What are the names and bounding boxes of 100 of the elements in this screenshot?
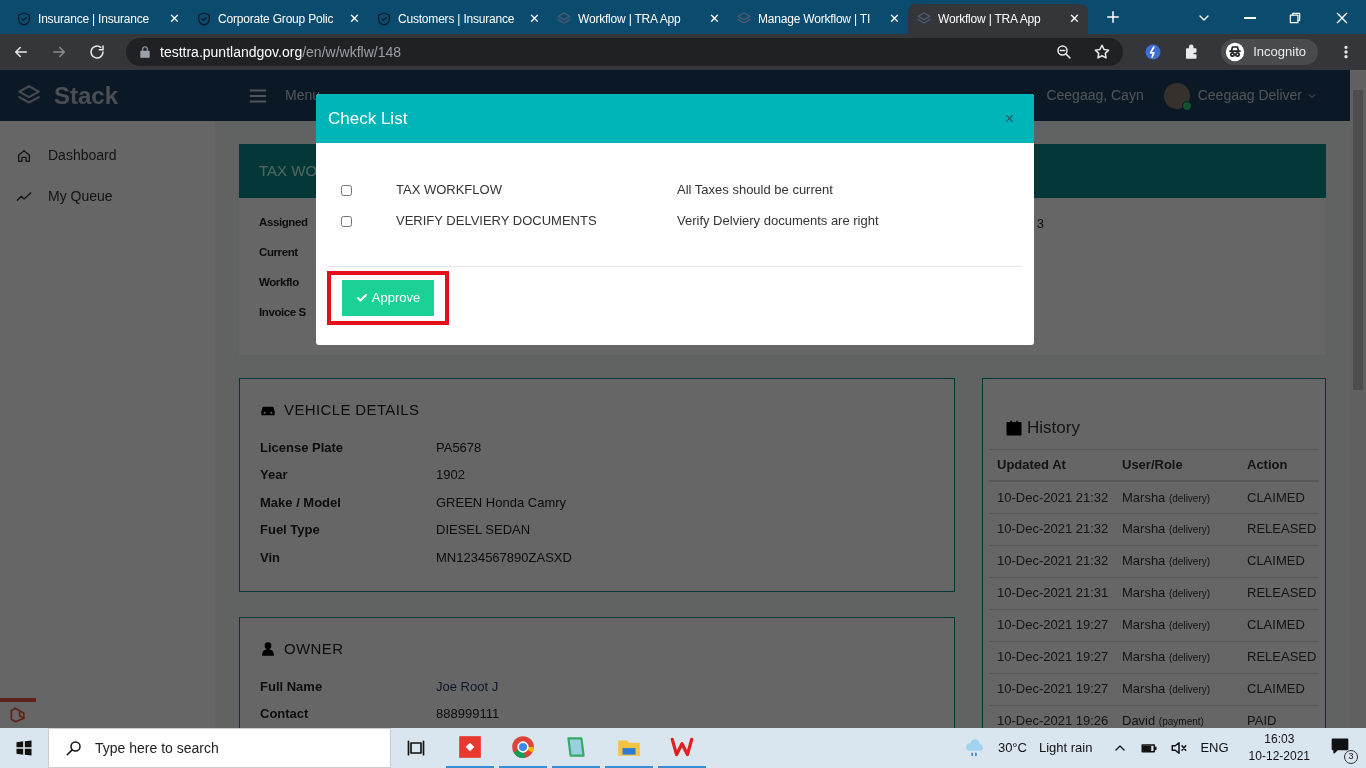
browser-tab[interactable]: Corporate Group Polic ✕	[188, 4, 368, 34]
field-value: MN1234567890ZASXD	[436, 548, 572, 567]
app-icon	[457, 734, 483, 760]
field-label: Fuel Type	[260, 521, 321, 539]
star-icon	[1093, 43, 1112, 61]
dialog-title: Check List	[328, 107, 408, 130]
notification-count: 3	[1344, 750, 1358, 764]
chrome-icon	[510, 734, 536, 760]
scrollbar[interactable]	[1350, 70, 1366, 728]
user-name: Ceegaag, Cayn	[1046, 86, 1144, 105]
section-title: OWNER	[284, 639, 344, 659]
table-cell: 10-Dec-2021 19:27	[989, 609, 1114, 641]
close-button[interactable]: ✕	[1069, 9, 1080, 29]
table-cell: 10-Dec-2021 19:27	[989, 673, 1114, 705]
tab-title: Workflow | TRA App	[938, 11, 1042, 28]
checklist-item-description: All Taxes should be current	[677, 181, 833, 200]
close-button[interactable]: ✕	[709, 9, 720, 29]
field-label: License Plate	[260, 438, 345, 457]
table-cell: Marsha (delivery)	[1114, 641, 1239, 673]
url-text: testtra.puntlandgov.org/en/w/wkflw/148	[160, 42, 401, 62]
field-label: Year	[260, 466, 289, 484]
cloud-rain-icon	[963, 737, 986, 759]
table-cell: 10-Dec-2021 21:32	[989, 481, 1114, 513]
table-cell: RELEASED	[1239, 513, 1319, 545]
checklist-item-name: VERIFY DELVIERY DOCUMENTS	[396, 212, 598, 231]
section-title: History	[1027, 417, 1080, 439]
checkbox[interactable]	[341, 184, 352, 196]
tab-title: Insurance | Insurance	[38, 11, 150, 28]
table-cell: CLAIMED	[1239, 545, 1319, 577]
field-label: Make / Model	[260, 493, 342, 512]
tab-title: Manage Workflow | TI	[758, 11, 872, 28]
search-placeholder: Type here to search	[95, 738, 219, 758]
browser-tab[interactable]: Workflow | TRA App ✕	[908, 4, 1088, 34]
browser-tab[interactable]: Workflow | TRA App ✕	[548, 4, 728, 34]
tab-title: Customers | Insurance	[398, 11, 516, 28]
tab-title: Workflow | TRA App	[578, 11, 682, 28]
checkbox[interactable]	[341, 215, 352, 227]
close-button[interactable]: ✕	[169, 9, 180, 29]
browser-tab[interactable]: Insurance | Insurance ✕	[8, 4, 188, 34]
calendar-icon	[1005, 418, 1023, 437]
address-bar[interactable]: testtra.puntlandgov.org/en/w/wkflw/148	[126, 38, 1124, 66]
shield-icon	[376, 11, 392, 27]
section-title: VEHICLE DETAILS	[284, 400, 420, 420]
field-label: Vin	[260, 548, 281, 567]
shield-icon	[16, 11, 32, 27]
table-cell: Marsha (delivery)	[1114, 577, 1239, 609]
table-cell: Marsha (delivery)	[1114, 609, 1239, 641]
close-button[interactable]: ✕	[529, 9, 540, 29]
checklist-item-name: TAX WORKFLOW	[396, 181, 503, 200]
zoom-out-icon	[1055, 43, 1074, 61]
avatar[interactable]	[1163, 82, 1190, 109]
field-label: Full Name	[260, 677, 324, 696]
field-value: 1902	[436, 466, 465, 484]
search-field[interactable]: Type here to search	[48, 728, 391, 768]
table-cell: Marsha (delivery)	[1114, 673, 1239, 705]
card-title: TAX WO	[259, 160, 318, 181]
column-header: User/Role	[1114, 449, 1239, 481]
tab-title: Corporate Group Polic	[218, 11, 335, 28]
close-button[interactable]: ✕	[349, 9, 360, 29]
field-label: Workflo	[259, 275, 299, 290]
field-value: 888999111	[436, 705, 500, 723]
field-label: Contact	[260, 705, 310, 723]
clock-time: 16:03	[1264, 731, 1295, 748]
table-cell: CLAIMED	[1239, 609, 1319, 641]
browser-tab[interactable]: Manage Workflow | TI ✕	[728, 4, 908, 34]
table-cell: David (payment)	[1114, 705, 1239, 728]
field-value: GREEN Honda Camry	[436, 493, 567, 512]
table-cell: PAID	[1239, 705, 1319, 728]
lock-icon	[138, 45, 152, 59]
table-cell: 10-Dec-2021 19:26	[989, 705, 1114, 728]
column-header: Action	[1239, 449, 1319, 481]
speaker-muted-icon	[1170, 739, 1189, 757]
home-icon	[16, 147, 32, 164]
field-label: Assigned	[259, 215, 308, 230]
check-icon	[355, 292, 368, 304]
reload-icon	[88, 43, 106, 61]
table-cell: Marsha (delivery)	[1114, 545, 1239, 577]
table-cell: 10-Dec-2021 21:32	[989, 513, 1114, 545]
restore-icon	[1288, 11, 1302, 25]
table-cell: CLAIMED	[1239, 481, 1319, 513]
close-icon	[1334, 10, 1350, 26]
table-cell: CLAIMED	[1239, 673, 1319, 705]
profile-button[interactable]: Incognito	[1221, 39, 1318, 65]
language-indicator[interactable]: ENG	[1200, 738, 1229, 758]
field-label: Current	[259, 245, 298, 260]
table-cell: 10-Dec-2021 21:31	[989, 577, 1114, 609]
table-cell: 10-Dec-2021 19:27	[989, 641, 1114, 673]
field-label: Invoice S	[259, 305, 306, 320]
browser-tab[interactable]: Customers | Insurance ✕	[368, 4, 548, 34]
clock-date: 10-12-2021	[1248, 748, 1310, 765]
field-value: PA5678	[436, 438, 482, 457]
table-cell: Marsha (delivery)	[1114, 513, 1239, 545]
plus-icon	[1104, 8, 1122, 26]
close-button[interactable]: ✕	[889, 9, 900, 29]
incognito-icon	[1225, 42, 1246, 62]
table-cell: RELEASED	[1239, 641, 1319, 673]
weather-text: Light rain	[1038, 739, 1093, 758]
search-icon	[65, 739, 83, 757]
checklist-item-description: Verify Delviery documents are right	[677, 212, 879, 231]
field-value: DIESEL SEDAN	[436, 521, 531, 539]
